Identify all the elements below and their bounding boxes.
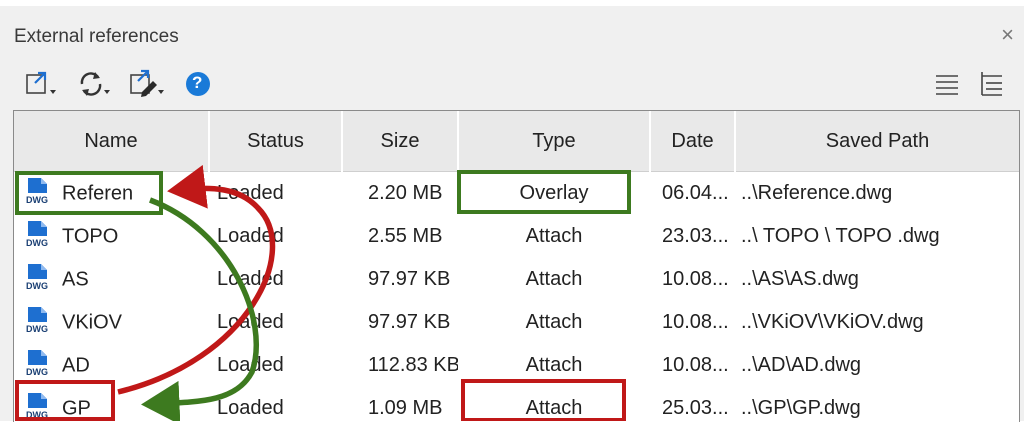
cell-type[interactable]: Attach [458, 344, 650, 387]
cell-type[interactable]: Attach [458, 301, 650, 344]
cell-saved-path: ..\VKiOV\VKiOV.dwg [735, 301, 1019, 344]
cell-name-text: Referen [62, 182, 133, 204]
cell-date: 10.08... [650, 344, 735, 387]
cell-status: Loaded [209, 301, 342, 344]
external-references-panel: External references × [0, 0, 1024, 421]
table-row[interactable]: DWG AS Loaded97.97 KBAttach10.08.....\AS\A… [14, 258, 1019, 301]
dwg-file-icon-label: DWG [26, 281, 48, 291]
dwg-file-icon: DWG [24, 349, 52, 383]
dwg-file-icon: DWG [24, 220, 52, 254]
top-strip [0, 0, 1024, 6]
cell-size: 112.83 KB [342, 344, 458, 387]
attach-icon [24, 66, 68, 102]
dwg-file-icon: DWG [24, 177, 52, 211]
tree-view-icon [976, 68, 1006, 98]
cell-name[interactable]: DWG AD [14, 344, 209, 387]
tree-view-button[interactable] [976, 68, 1006, 98]
table-row[interactable]: DWG GP Loaded1.09 MBAttach25.03.....\GP\GP… [14, 387, 1019, 422]
cell-saved-path: ..\AD\AD.dwg [735, 344, 1019, 387]
cell-name[interactable]: DWG Referen [14, 172, 209, 216]
change-path-icon [128, 66, 172, 102]
cell-name-text: TOPO [62, 225, 118, 247]
table-row[interactable]: DWG VKiOV Loaded97.97 KBAttach10.08.....\V… [14, 301, 1019, 344]
cell-size: 97.97 KB [342, 258, 458, 301]
refresh-icon [76, 66, 120, 102]
dwg-file-icon: DWG [24, 263, 52, 297]
cell-saved-path: ..\Reference.dwg [735, 172, 1019, 216]
help-glyph: ? [192, 73, 202, 93]
cell-type[interactable]: Attach [458, 387, 650, 422]
column-header-name[interactable]: Name [14, 111, 209, 172]
column-header-date[interactable]: Date [650, 111, 735, 172]
column-header-status[interactable]: Status [209, 111, 342, 172]
cell-date: 23.03... [650, 215, 735, 258]
table-row[interactable]: DWG Referen Loaded2.20 MBOverlay06.04.....… [14, 172, 1019, 216]
cell-name-text: AD [62, 354, 90, 376]
xref-table: Name Status Size Type Date Saved Path DW… [14, 111, 1019, 422]
cell-name[interactable]: DWG AS [14, 258, 209, 301]
cell-status: Loaded [209, 344, 342, 387]
cell-type[interactable]: Attach [458, 215, 650, 258]
cell-status: Loaded [209, 258, 342, 301]
cell-date: 10.08... [650, 258, 735, 301]
column-header-type[interactable]: Type [458, 111, 650, 172]
dwg-file-icon-label: DWG [26, 367, 48, 377]
attach-button[interactable] [24, 66, 68, 102]
dwg-file-icon-label: DWG [26, 238, 48, 248]
dwg-file-icon-label: DWG [26, 195, 48, 205]
cell-name-text: AS [62, 268, 89, 290]
cell-name-text: VKiOV [62, 311, 122, 333]
cell-size: 2.20 MB [342, 172, 458, 216]
column-header-saved-path[interactable]: Saved Path [735, 111, 1019, 172]
table-header-row: Name Status Size Type Date Saved Path [14, 111, 1019, 172]
cell-saved-path: ..\ TOPO \ TOPO .dwg [735, 215, 1019, 258]
cell-date: 06.04... [650, 172, 735, 216]
cell-status: Loaded [209, 387, 342, 422]
cell-size: 1.09 MB [342, 387, 458, 422]
cell-saved-path: ..\GP\GP.dwg [735, 387, 1019, 422]
cell-size: 2.55 MB [342, 215, 458, 258]
cell-type[interactable]: Overlay [458, 172, 650, 216]
table-row[interactable]: DWG TOPO Loaded2.55 MBAttach23.03.....\ TO… [14, 215, 1019, 258]
list-view-icon [932, 68, 962, 98]
dwg-file-icon: DWG [24, 306, 52, 340]
refresh-button[interactable] [76, 66, 120, 102]
cell-name-text: GP [62, 397, 91, 419]
cell-status: Loaded [209, 215, 342, 258]
dwg-file-icon-label: DWG [26, 410, 48, 420]
cell-name[interactable]: DWG GP [14, 387, 209, 422]
close-icon[interactable]: × [1001, 22, 1014, 48]
change-path-button[interactable] [128, 66, 172, 102]
cell-name[interactable]: DWG TOPO [14, 215, 209, 258]
cell-name[interactable]: DWG VKiOV [14, 301, 209, 344]
dwg-file-icon-label: DWG [26, 324, 48, 334]
panel-title: External references [14, 26, 179, 48]
cell-saved-path: ..\AS\AS.dwg [735, 258, 1019, 301]
list-view-button[interactable] [932, 68, 962, 98]
column-header-size[interactable]: Size [342, 111, 458, 172]
cell-date: 10.08... [650, 301, 735, 344]
table-row[interactable]: DWG AD Loaded112.83 KBAttach10.08.....\AD\… [14, 344, 1019, 387]
dwg-file-icon: DWG [24, 392, 52, 422]
cell-status: Loaded [209, 172, 342, 216]
cell-date: 25.03... [650, 387, 735, 422]
cell-size: 97.97 KB [342, 301, 458, 344]
cell-type[interactable]: Attach [458, 258, 650, 301]
help-button[interactable]: ? [184, 66, 228, 102]
xref-table-container: Name Status Size Type Date Saved Path DW… [13, 110, 1020, 422]
